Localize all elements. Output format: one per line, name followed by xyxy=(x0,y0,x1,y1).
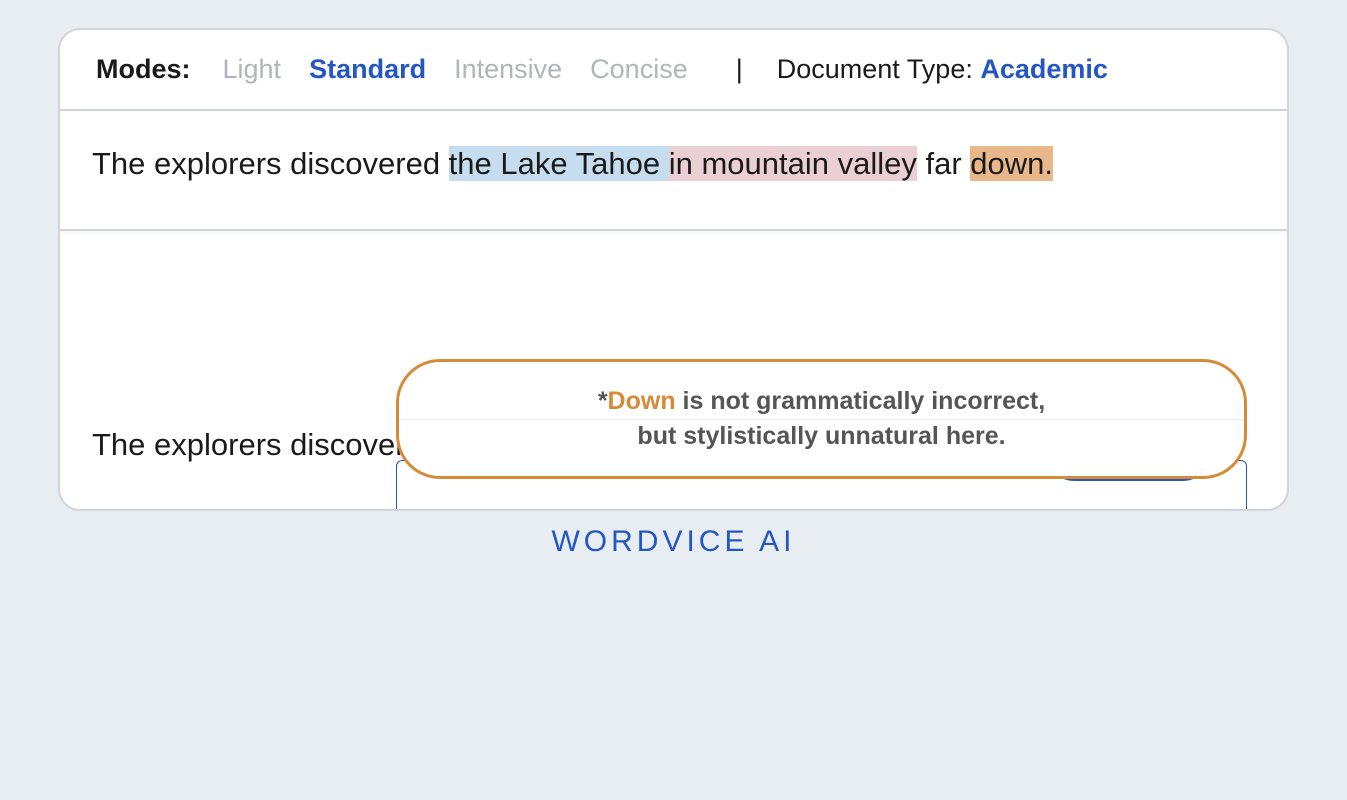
modes-label: Modes: xyxy=(96,54,191,85)
callout-asterisk: * xyxy=(598,387,608,415)
editor-panel: Modes: Light Standard Intensive Concise … xyxy=(58,28,1289,511)
callout-highlight-word: Down xyxy=(608,387,676,415)
toolbar-separator: | xyxy=(736,54,743,85)
mode-standard[interactable]: Standard xyxy=(309,54,426,85)
original-text-part1: The explorers discovered xyxy=(92,146,449,181)
callout-text-1: is not grammatically incorrect, xyxy=(676,387,1046,415)
highlight-orange-original[interactable]: down. xyxy=(970,146,1053,181)
mode-light[interactable]: Light xyxy=(223,54,282,85)
mode-concise[interactable]: Concise xyxy=(590,54,688,85)
highlight-pink-original[interactable]: in mountain valley xyxy=(669,146,917,181)
mode-intensive[interactable]: Intensive xyxy=(454,54,562,85)
doc-type-label: Document Type: xyxy=(777,54,981,84)
doc-type-value: Academic xyxy=(980,54,1108,84)
callout-text-2: but stylistically unnatural here. xyxy=(637,422,1005,450)
highlight-blue-original[interactable]: the Lake Tahoe xyxy=(449,146,669,181)
original-text-part2: far xyxy=(917,146,970,181)
corrected-text-area: The explorers discovered Lake Tahoe in a… xyxy=(60,231,1287,509)
brand-logo: WORDVICE AI xyxy=(58,525,1289,559)
original-text-area[interactable]: The explorers discovered the Lake Tahoe … xyxy=(60,111,1287,231)
doc-type-wrapper[interactable]: Document Type: Academic xyxy=(777,54,1108,85)
toolbar: Modes: Light Standard Intensive Concise … xyxy=(60,30,1287,111)
suggestion-callout: *Down is not grammatically incorrect, bu… xyxy=(396,359,1247,479)
